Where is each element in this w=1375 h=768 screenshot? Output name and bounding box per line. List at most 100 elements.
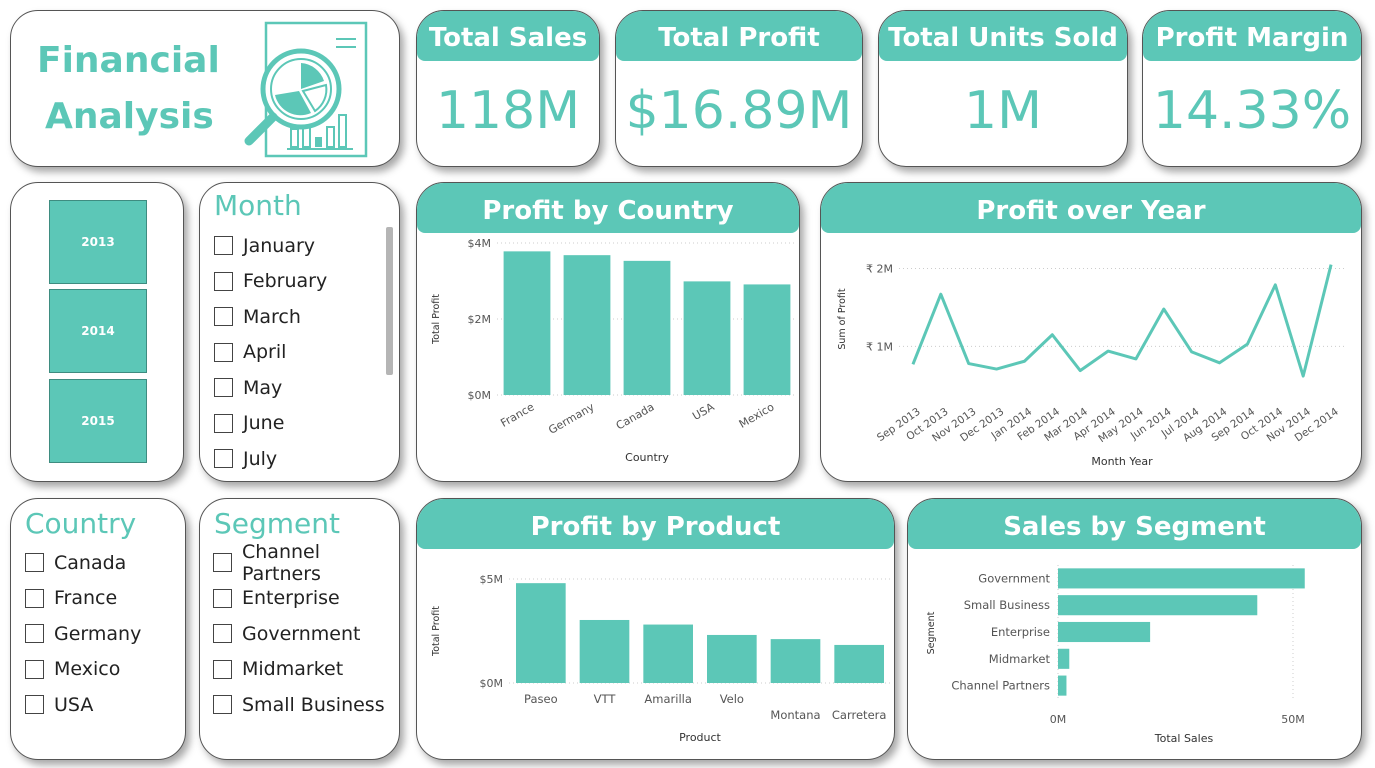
bar — [623, 260, 671, 395]
report-magnifier-icon — [244, 21, 368, 158]
option-label: Government — [242, 622, 361, 645]
y-tick-label: $4M — [468, 237, 492, 250]
checkbox[interactable] — [214, 307, 233, 327]
month-option[interactable]: June — [214, 406, 327, 442]
bar — [516, 583, 566, 683]
x-tick-label: Canada — [614, 400, 657, 432]
profit-over-year-chart[interactable]: ₹ 1M₹ 2MSep 2013Oct 2013Nov 2013Dec 2013… — [821, 233, 1362, 482]
country-option[interactable]: Germany — [25, 616, 141, 652]
checkbox[interactable] — [214, 342, 233, 362]
country-option[interactable]: Mexico — [25, 652, 141, 688]
year-tile-2014[interactable]: 2014 — [49, 289, 147, 373]
title-card: Financial Analysis — [10, 10, 400, 167]
month-option[interactable]: May — [214, 370, 327, 406]
option-label: Mexico — [54, 658, 121, 681]
chart-title: Profit over Year — [821, 183, 1361, 233]
kpi-total-units: Total Units Sold 1M — [878, 10, 1128, 167]
bar — [834, 644, 884, 683]
checkbox[interactable] — [213, 695, 232, 715]
profit-by-product-chart[interactable]: $0M $5M Paseo VTT Amarilla Velo Montana Carrete… — [417, 549, 895, 760]
option-label: April — [243, 341, 287, 364]
year-slicer: 2013 2014 2015 — [10, 182, 184, 482]
kpi-value: 118M — [435, 81, 581, 141]
y-tick-label: $0M — [480, 677, 504, 690]
y-axis-label: Total Profit — [431, 294, 442, 345]
x-tick-label: Carretera — [832, 708, 887, 722]
kpi-label: Profit Margin — [1143, 11, 1361, 61]
country-list: Canada France Germany Mexico USA — [25, 545, 141, 723]
country-option[interactable]: Canada — [25, 545, 141, 581]
option-label: Germany — [54, 622, 142, 645]
checkbox[interactable] — [213, 624, 232, 644]
segment-option[interactable]: Small Business — [213, 687, 399, 723]
checkbox[interactable] — [25, 553, 44, 573]
checkbox[interactable] — [213, 659, 232, 679]
y-tick-label: $2M — [468, 313, 492, 326]
segment-slicer: Segment Channel Partners Enterprise Gove… — [199, 498, 400, 760]
country-slicer-title: Country — [25, 507, 137, 540]
y-tick-label: $0M — [468, 389, 492, 402]
option-label: May — [243, 376, 283, 399]
year-tile-2013[interactable]: 2013 — [49, 200, 147, 284]
option-label: USA — [54, 693, 94, 716]
checkbox[interactable] — [214, 271, 233, 291]
kpi-value: $16.89M — [625, 81, 853, 141]
checkbox[interactable] — [214, 378, 233, 398]
segment-slicer-title: Segment — [214, 507, 340, 540]
x-tick-label: Mexico — [737, 400, 777, 431]
month-option[interactable]: July — [214, 441, 327, 477]
option-label: Channel Partners — [242, 540, 321, 585]
y-axis-label: Segment — [926, 611, 937, 654]
bar — [1058, 568, 1305, 589]
segment-option[interactable]: Channel Partners — [213, 541, 399, 585]
segment-option[interactable]: Enterprise — [213, 581, 399, 617]
chart-title: Profit by Country — [417, 183, 799, 233]
checkbox[interactable] — [214, 236, 233, 256]
country-slicer: Country Canada France Germany Mexico USA — [10, 498, 186, 760]
checkbox[interactable] — [214, 413, 233, 433]
month-scrollbar[interactable] — [386, 227, 393, 375]
country-option[interactable]: USA — [25, 687, 141, 723]
bar — [503, 251, 551, 395]
x-tick-label: Amarilla — [644, 692, 691, 706]
checkbox[interactable] — [25, 659, 44, 679]
x-tick-label: France — [498, 400, 536, 430]
option-label: France — [54, 587, 118, 610]
segment-option[interactable]: Midmarket — [213, 652, 399, 688]
month-slicer: Month January February March April May J… — [199, 182, 400, 482]
profit-by-country-chart[interactable]: $0M $2M $4M France Germany Canada USA Mexico Cou… — [417, 233, 800, 482]
month-option[interactable]: February — [214, 264, 327, 300]
sales-by-segment-card: Sales by Segment 0M 50M Government Small Bu… — [907, 498, 1362, 760]
year-tile-2015[interactable]: 2015 — [49, 379, 147, 463]
checkbox[interactable] — [214, 449, 233, 469]
title-line-2: Analysis — [45, 96, 214, 137]
y-tick-label: ₹ 1M — [866, 340, 893, 353]
month-option[interactable]: April — [214, 335, 327, 371]
x-axis-label: Month Year — [1091, 455, 1153, 468]
option-label: January — [243, 234, 316, 257]
option-label: Small Business — [242, 693, 385, 716]
segment-option[interactable]: Government — [213, 616, 399, 652]
country-option[interactable]: France — [25, 581, 141, 617]
month-option[interactable]: March — [214, 299, 327, 335]
bar — [643, 624, 693, 683]
checkbox[interactable] — [213, 588, 232, 608]
bar — [563, 255, 611, 395]
checkbox[interactable] — [25, 624, 44, 644]
bar — [683, 281, 731, 395]
x-tick-label: Germany — [546, 400, 597, 437]
y-tick-label: Enterprise — [991, 625, 1050, 639]
kpi-label: Total Units Sold — [879, 11, 1127, 61]
x-tick-label: 50M — [1281, 713, 1305, 726]
y-tick-label: Channel Partners — [951, 679, 1050, 693]
checkbox[interactable] — [25, 588, 44, 608]
x-axis-label: Product — [679, 731, 721, 744]
option-label: February — [243, 270, 328, 293]
dashboard-title: Financial Analysis — [37, 33, 220, 145]
checkbox[interactable] — [213, 553, 232, 573]
x-tick-label: Velo — [720, 692, 744, 706]
month-option[interactable]: January — [214, 228, 327, 264]
y-tick-label: Small Business — [964, 598, 1050, 612]
sales-by-segment-chart[interactable]: 0M 50M Government Small Business Enterprise M… — [908, 549, 1362, 760]
checkbox[interactable] — [25, 695, 44, 715]
